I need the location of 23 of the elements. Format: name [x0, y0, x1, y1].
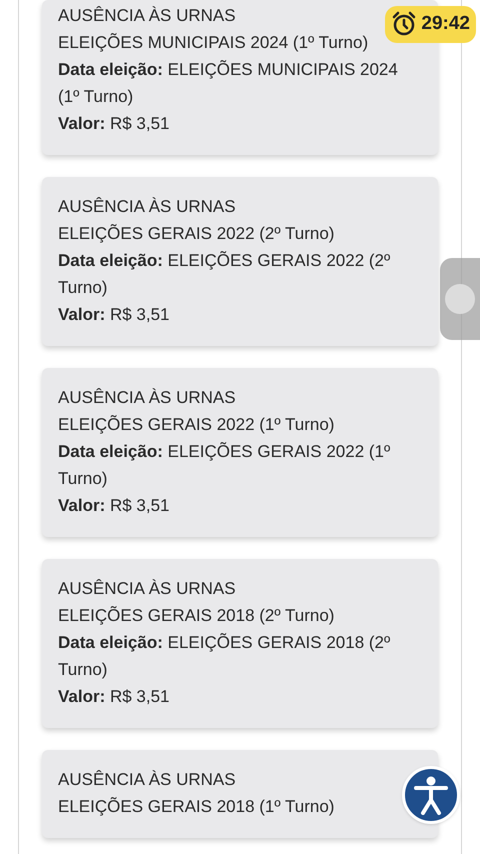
election-name: ELEIÇÕES GERAIS 2018 (1º Turno)	[58, 796, 334, 818]
timer-text: 29:42	[421, 12, 470, 36]
card-title: AUSÊNCIA ÀS URNAS	[58, 578, 236, 600]
election-name: ELEIÇÕES GERAIS 2022 (2º Turno)	[58, 223, 334, 245]
card-title: AUSÊNCIA ÀS URNAS	[58, 196, 236, 218]
election-date: Data eleição: ELEIÇÕES GERAIS 2018 (2º Turno)	[58, 632, 392, 681]
card-title: AUSÊNCIA ÀS URNAS	[58, 387, 236, 409]
card-title: AUSÊNCIA ÀS URNAS	[58, 769, 236, 791]
accessibility-icon	[413, 775, 449, 815]
fee-value: Valor: R$ 3,51	[58, 113, 170, 135]
alarm-clock-icon	[391, 11, 418, 38]
election-date: Data eleição: ELEIÇÕES GERAIS 2022 (2º Turno)	[58, 250, 392, 299]
fee-value: Valor: R$ 3,51	[58, 495, 170, 517]
fee-value: Valor: R$ 3,51	[58, 686, 170, 708]
election-date: Data eleição: ELEIÇÕES MUNICIPAIS 2024 (1º Turno)	[58, 59, 399, 108]
election-name: ELEIÇÕES GERAIS 2022 (1º Turno)	[58, 414, 334, 436]
fee-value: Valor: R$ 3,51	[58, 304, 170, 326]
card-title: AUSÊNCIA ÀS URNAS	[58, 5, 236, 27]
election-name: ELEIÇÕES MUNICIPAIS 2024 (1º Turno)	[58, 32, 368, 54]
side-handle[interactable]	[440, 258, 480, 340]
election-date: Data eleição: ELEIÇÕES GERAIS 2022 (1º Turno)	[58, 441, 392, 490]
election-name: ELEIÇÕES GERAIS 2018 (2º Turno)	[58, 605, 334, 627]
accessibility-button[interactable]	[402, 766, 460, 824]
